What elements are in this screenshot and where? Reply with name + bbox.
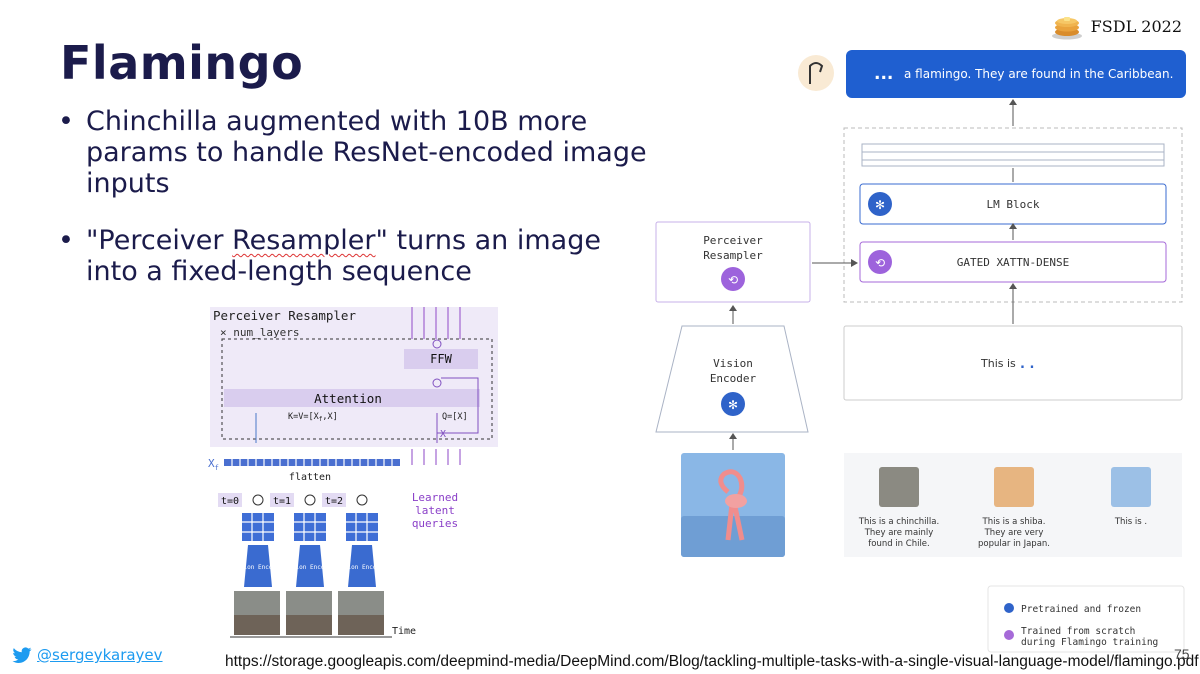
time-label: Time <box>392 626 416 637</box>
ffw-label: FFW <box>430 352 452 366</box>
add-icon <box>356 494 368 506</box>
vision-encoder-label: Vision <box>713 357 753 370</box>
perceiver-label: Perceiver <box>703 234 763 247</box>
example-caption: They are very <box>984 528 1044 538</box>
latent-query-lines <box>411 449 461 465</box>
gated-xattn-label: GATED XATTN-DENSE <box>957 256 1070 269</box>
example-caption: found in Chile. <box>868 539 930 549</box>
example-caption: They are mainly <box>864 528 934 538</box>
example-caption: This is . <box>1114 517 1147 527</box>
page-number: 75 <box>1174 646 1190 662</box>
source-url[interactable]: https://storage.googleapis.com/deepmind-… <box>225 653 1199 671</box>
legend-trained-label: during Flamingo training <box>1021 637 1158 648</box>
q-label: Q=[X] <box>442 412 468 422</box>
perceiver-resampler-diagram: Perceiver Resampler × num_layers FFW Att… <box>208 307 498 638</box>
example-thumbnail <box>879 467 919 507</box>
xf-label: Xf <box>208 457 219 472</box>
num-layers-label: × num_layers <box>220 326 299 339</box>
spellcheck-flagged-word: Resampler <box>232 225 376 256</box>
brand-badge: FSDL 2022 <box>1051 12 1182 40</box>
flatten-label: flatten <box>289 472 331 483</box>
learned-latent-line: Learned <box>412 491 458 504</box>
brand-text: FSDL 2022 <box>1090 16 1182 36</box>
bullet-item: "Perceiver Resampler" turns an image int… <box>56 225 656 287</box>
arrow-head <box>851 259 858 267</box>
video-frame-ground <box>234 615 280 635</box>
bullet-item: Chinchilla augmented with 10B more param… <box>56 106 656 199</box>
legend-frozen-label: Pretrained and frozen <box>1021 604 1141 615</box>
snowflake-glyph: ✻ <box>875 198 885 212</box>
vision-encoder-label: Encoder <box>710 372 757 385</box>
snowflake-glyph: ✻ <box>728 398 738 412</box>
slide-title: Flamingo <box>60 36 304 90</box>
attention-label: Attention <box>314 391 382 406</box>
flamingo-avatar-icon <box>798 55 834 91</box>
stacked-layer <box>861 159 1165 167</box>
example-thumbnail <box>1111 467 1151 507</box>
timestep-label: t=0 <box>221 496 239 507</box>
lm-block-label: LM Block <box>987 198 1040 211</box>
stacked-layer <box>861 143 1165 153</box>
example-caption: popular in Japan. <box>978 539 1050 549</box>
slide: Flamingo Chinchilla augmented with 10B m… <box>0 0 1200 674</box>
learned-latent-line: latent <box>415 504 455 517</box>
add-icon <box>304 494 316 506</box>
example-caption: This is a chinchilla. <box>858 517 939 527</box>
kv-label: K=V=[Xf,X] <box>288 412 338 423</box>
flamingo-body <box>725 494 747 508</box>
encoder-label: Vision Encoder <box>285 564 336 571</box>
example-thumbnail <box>994 467 1034 507</box>
example-caption: This is a shiba. <box>982 517 1046 527</box>
legend-trained-swatch <box>1004 630 1014 640</box>
ellipsis-dots: ... <box>874 64 893 84</box>
prompt-text: This is <box>980 357 1016 370</box>
prompt-ellipsis: . . <box>1020 357 1034 372</box>
flamingo-architecture-diagram: ... a flamingo. They are found in the Ca… <box>655 50 1186 653</box>
add-icon <box>252 494 264 506</box>
resampler-title: Perceiver Resampler <box>213 308 356 323</box>
video-frame-ground <box>338 615 384 635</box>
arrow-head <box>729 305 737 311</box>
bullet-list: Chinchilla augmented with 10B more param… <box>56 106 656 313</box>
pancake-stack-icon <box>1051 17 1082 40</box>
perceiver-label: Resampler <box>703 249 763 262</box>
feature-grid <box>242 513 378 541</box>
arrow-head <box>1009 283 1017 289</box>
x-label: X <box>440 429 446 440</box>
legend-frozen-swatch <box>1004 603 1014 613</box>
trainable-glyph: ⟲ <box>875 256 885 270</box>
timestep-label: t=2 <box>325 496 343 507</box>
xf-token-separators <box>231 459 393 466</box>
timestep-label: t=1 <box>273 496 291 507</box>
encoder-label: Vision Encoder <box>233 564 284 571</box>
twitter-handle[interactable]: @sergeykarayev <box>12 646 163 664</box>
twitter-handle-text[interactable]: @sergeykarayev <box>37 646 163 664</box>
arrow-head <box>1009 99 1017 105</box>
flamingo-photo-water <box>681 516 785 557</box>
trainable-glyph: ⟲ <box>728 273 738 287</box>
twitter-bird-icon <box>12 646 32 663</box>
video-frame-ground <box>286 615 332 635</box>
encoder-label: Vision Encoder <box>337 564 388 571</box>
legend-trained-label: Trained from scratch <box>1021 626 1135 637</box>
learned-latent-line: queries <box>412 517 458 530</box>
output-text: a flamingo. They are found in the Caribb… <box>904 67 1173 81</box>
stacked-layer <box>861 151 1165 161</box>
arrow-head <box>729 433 737 439</box>
